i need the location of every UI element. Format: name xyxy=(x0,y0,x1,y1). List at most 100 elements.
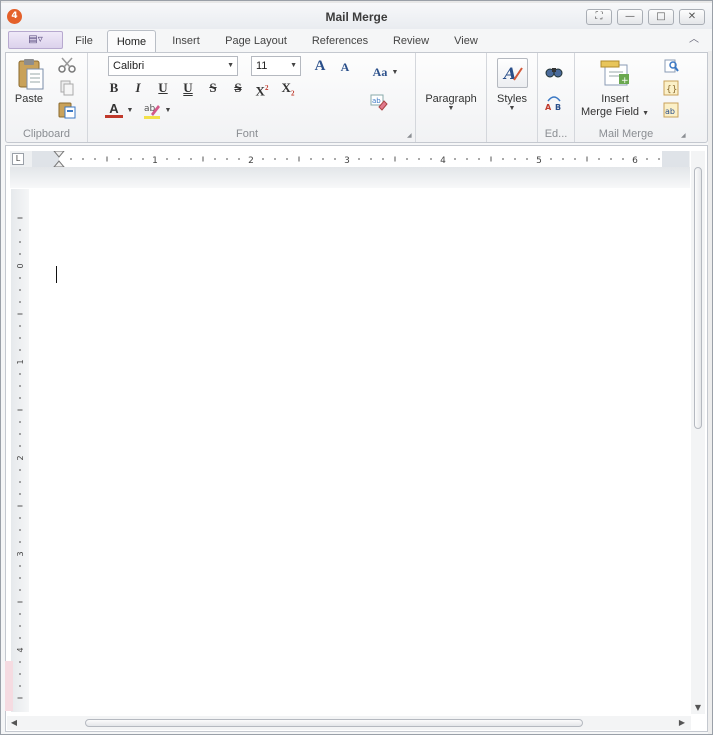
superscript-mark: 2 xyxy=(264,84,269,92)
editing-group-label: Ed... xyxy=(544,128,568,140)
paragraph-button[interactable]: Paragraph ▼ xyxy=(421,93,481,112)
ruler-number: 6 xyxy=(632,156,638,166)
chevron-down-icon: ▼ xyxy=(227,62,234,69)
font-dialog-launcher-icon[interactable]: ◢ xyxy=(407,132,414,139)
group-separator xyxy=(87,53,88,142)
highlight-icon[interactable]: ab xyxy=(143,101,161,119)
ruler-number: 3 xyxy=(16,551,25,556)
edit-merge-field-icon[interactable] xyxy=(662,57,680,75)
close-button[interactable]: ✕ xyxy=(679,9,705,25)
tab-references[interactable]: References xyxy=(305,30,375,53)
superscript-x: X xyxy=(255,83,265,99)
replace-icon[interactable]: AB xyxy=(544,93,564,111)
clipboard-group-label: Clipboard xyxy=(22,128,71,140)
group-separator xyxy=(415,53,416,142)
restore-icon[interactable]: ⛶ xyxy=(586,9,612,25)
title-bar[interactable]: 4 Mail Merge ⛶ — □ ✕ xyxy=(1,3,712,29)
styles-button[interactable]: Styles ▼ xyxy=(491,93,533,112)
svg-text:{}: {} xyxy=(666,85,677,95)
subscript-button[interactable]: X2 xyxy=(279,79,297,98)
vertical-scroll-thumb[interactable] xyxy=(694,167,702,429)
ruler-number: 5 xyxy=(536,156,542,166)
chevron-down-icon: ▼ xyxy=(290,62,297,69)
paragraph-label: Paragraph xyxy=(425,93,477,105)
window-edge xyxy=(708,51,712,734)
tab-file[interactable]: File xyxy=(69,30,99,53)
font-group-label: Font xyxy=(235,128,258,140)
insert-merge-field-button[interactable]: Insert Merge Field ▼ xyxy=(579,93,651,120)
paste-icon[interactable] xyxy=(15,57,45,91)
font-color-button[interactable]: A xyxy=(105,101,123,118)
show-field-codes-icon[interactable]: ab xyxy=(662,101,680,119)
chevron-down-icon[interactable]: ▼ xyxy=(163,101,173,119)
ruler-number: 4 xyxy=(16,647,25,652)
font-size-value: 11 xyxy=(256,60,268,72)
chevron-down-icon: ▼ xyxy=(447,105,455,112)
collapse-ribbon-icon[interactable]: ︿ xyxy=(687,34,701,46)
text-cursor xyxy=(56,266,57,283)
scroll-right-icon[interactable]: ▶ xyxy=(677,718,687,728)
vertical-ruler-ticks: 0 1 2 3 4 xyxy=(16,217,25,699)
change-case-button[interactable]: Aa xyxy=(369,63,391,81)
tab-stop-selector[interactable]: L xyxy=(12,153,24,165)
tab-review[interactable]: Review xyxy=(385,30,437,53)
find-icon[interactable] xyxy=(544,63,564,81)
subscript-mark: 2 xyxy=(290,89,295,98)
ruler-number: 3 xyxy=(344,156,350,166)
double-underline-button[interactable]: U xyxy=(179,79,197,97)
copy-icon[interactable] xyxy=(57,79,77,97)
mail-merge-dialog-launcher-icon[interactable]: ◢ xyxy=(681,132,688,139)
document-page[interactable] xyxy=(32,189,689,714)
superscript-button[interactable]: X2 xyxy=(253,79,271,99)
font-size-combo[interactable]: 11 ▼ xyxy=(251,56,301,76)
cut-icon[interactable] xyxy=(57,56,77,74)
side-marker xyxy=(5,661,13,711)
chevron-down-icon: ▼ xyxy=(508,105,516,112)
group-separator xyxy=(486,53,487,142)
horizontal-ruler[interactable]: 1 2 3 4 5 6 xyxy=(32,151,689,167)
font-name-value: Calibri xyxy=(113,60,145,72)
chevron-down-icon: ▼ xyxy=(642,110,650,117)
strikethrough-button[interactable]: S xyxy=(204,79,222,97)
horizontal-scroll-thumb[interactable] xyxy=(85,719,583,727)
grow-font-button[interactable]: A xyxy=(311,57,329,75)
paste-special-icon[interactable] xyxy=(57,101,77,119)
chevron-down-icon[interactable]: ▼ xyxy=(125,101,135,119)
font-name-combo[interactable]: Calibri ▼ xyxy=(108,56,238,76)
ruler-number: 1 xyxy=(16,359,25,364)
italic-button[interactable]: I xyxy=(129,79,147,97)
app-menu-button[interactable]: ▤▿ xyxy=(8,31,63,49)
svg-text:ab: ab xyxy=(665,107,675,116)
group-separator xyxy=(537,53,538,142)
ruler-number: 0 xyxy=(16,263,25,268)
double-strikethrough-button[interactable]: S xyxy=(229,79,247,97)
shrink-font-button[interactable]: A xyxy=(336,58,354,76)
insert-merge-field-icon[interactable]: + xyxy=(599,59,631,87)
ruler-number: 2 xyxy=(16,455,25,460)
minimize-button[interactable]: — xyxy=(617,9,643,25)
maximize-button[interactable]: □ xyxy=(648,9,674,25)
scroll-left-icon[interactable]: ◀ xyxy=(9,718,19,728)
tab-insert[interactable]: Insert xyxy=(164,30,208,53)
tab-home[interactable]: Home xyxy=(107,30,156,53)
paste-button-label[interactable]: Paste xyxy=(9,93,49,105)
group-separator xyxy=(574,53,575,142)
ruler-number: 1 xyxy=(152,156,158,166)
insert-merge-field-line1: Insert xyxy=(601,93,629,105)
styles-icon[interactable]: A xyxy=(497,58,528,88)
svg-text:ab: ab xyxy=(372,97,381,105)
clear-formatting-icon[interactable]: ab xyxy=(370,93,388,111)
mail-merge-window: 4 Mail Merge ⛶ — □ ✕ ▤▿ File Home Insert… xyxy=(0,0,713,735)
tab-view[interactable]: View xyxy=(448,30,484,53)
svg-text:A: A xyxy=(545,103,552,111)
bold-button[interactable]: B xyxy=(105,79,123,97)
merge-field-brackets-icon[interactable]: {} xyxy=(662,79,680,97)
underline-button[interactable]: U xyxy=(154,79,172,97)
insert-merge-field-line2: Merge Field xyxy=(580,106,640,118)
scroll-down-icon[interactable]: ▼ xyxy=(693,703,703,713)
tab-page-layout[interactable]: Page Layout xyxy=(219,30,293,53)
svg-text:+: + xyxy=(621,76,629,86)
mail-merge-group-label: Mail Merge xyxy=(598,128,654,140)
ruler-number: 2 xyxy=(248,156,254,166)
chevron-down-icon[interactable]: ▼ xyxy=(390,63,400,81)
